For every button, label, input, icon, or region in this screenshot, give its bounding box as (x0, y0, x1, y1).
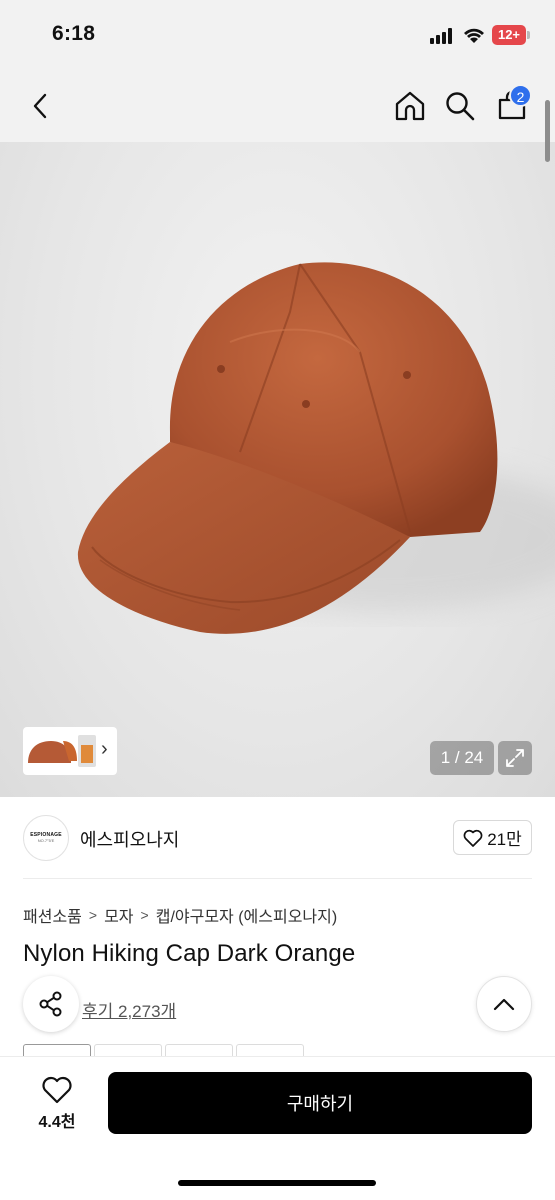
status-bar: 6:18 12+ (0, 0, 555, 70)
brand-logo[interactable]: ESPIONAGE NO.7°5'E (23, 815, 69, 861)
review-link[interactable]: 후기 2,273개 (82, 997, 176, 1022)
cart-count-badge: 2 (509, 84, 532, 107)
breadcrumb-level3[interactable]: 캡/야구모자 (에스피오나지) (156, 903, 337, 927)
battery-nub (527, 31, 530, 39)
home-icon (395, 91, 425, 121)
product-image[interactable] (0, 142, 555, 797)
search-icon (446, 92, 475, 121)
home-indicator (178, 1180, 376, 1186)
chevron-right-icon: > (140, 907, 149, 923)
share-icon (39, 991, 62, 1017)
cellular-signal-icon (430, 28, 454, 44)
thumbnail-strip[interactable]: › (23, 727, 117, 775)
heart-icon (463, 829, 483, 847)
brand-like-button[interactable]: 21만 (453, 820, 532, 855)
battery-indicator: 12+ (492, 25, 526, 45)
buy-button[interactable]: 구매하기 (108, 1072, 532, 1134)
breadcrumb-level2[interactable]: 모자 (104, 903, 133, 927)
status-time: 6:18 (52, 22, 96, 45)
image-counter: 1 / 24 (430, 741, 494, 775)
product-title: Nylon Hiking Cap Dark Orange (23, 940, 356, 967)
expand-button[interactable] (498, 741, 532, 775)
breadcrumb-level1[interactable]: 패션소품 (23, 903, 82, 927)
back-button[interactable] (18, 84, 62, 128)
chevron-right-icon: > (88, 907, 98, 923)
thumbnail-arrow-icon: › (101, 738, 108, 760)
wifi-icon (462, 25, 486, 45)
brand-logo-subtext: NO.7°5'E (37, 838, 55, 843)
search-button[interactable] (438, 84, 482, 128)
wishlist-button[interactable] (39, 1074, 75, 1106)
divider (23, 878, 532, 879)
cap-image (77, 262, 555, 634)
brand-name[interactable]: 에스피오나지 (80, 826, 179, 852)
navigation-bar (0, 70, 555, 142)
wishlist-count: 4.4천 (38, 1114, 76, 1131)
brand-like-count: 21만 (487, 830, 522, 849)
share-button[interactable] (23, 976, 79, 1032)
breadcrumb: 패션소품 > 모자 > 캡/야구모자 (에스피오나지) (23, 903, 337, 927)
scroll-to-top-button[interactable] (476, 976, 532, 1032)
home-button[interactable] (388, 84, 432, 128)
page-scrollbar[interactable] (545, 100, 550, 162)
chevron-up-icon (493, 998, 515, 1011)
back-icon (33, 93, 47, 119)
heart-icon (42, 1076, 72, 1104)
expand-icon (506, 749, 524, 767)
